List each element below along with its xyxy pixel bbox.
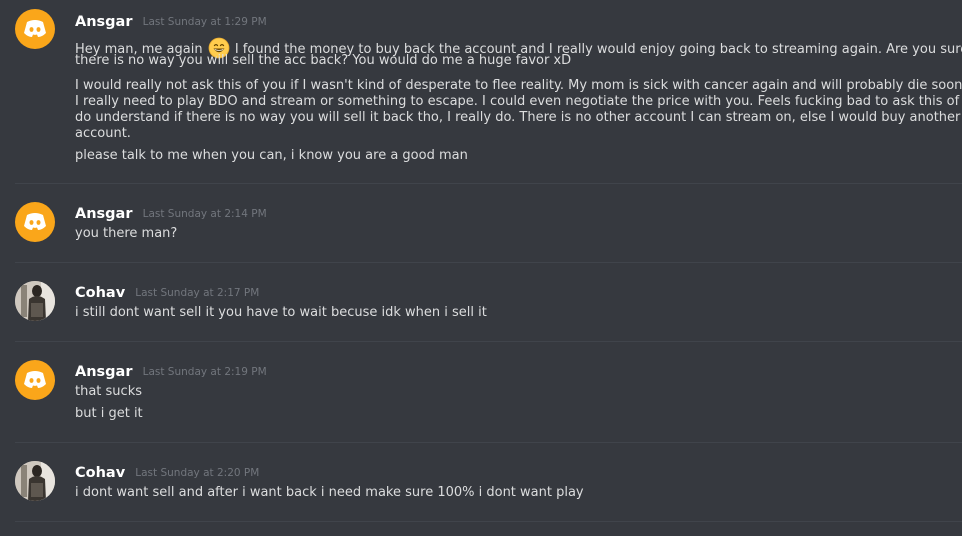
user-photo-icon <box>15 461 55 501</box>
message-line: there is no way you will sell the acc ba… <box>75 53 572 68</box>
discord-logo-icon <box>24 371 46 388</box>
message-line: please talk to me when you can, i know y… <box>75 148 468 163</box>
avatar[interactable] <box>15 360 55 400</box>
avatar[interactable] <box>15 9 55 49</box>
username[interactable]: Ansgar <box>75 206 133 222</box>
timestamp: Last Sunday at 2:14 PM <box>142 208 267 220</box>
timestamp: Last Sunday at 2:17 PM <box>135 287 260 299</box>
message-header: Cohav Last Sunday at 2:17 PM <box>75 282 259 301</box>
avatar[interactable] <box>15 281 55 321</box>
timestamp: Last Sunday at 2:19 PM <box>142 366 267 378</box>
message-line: i still dont want sell it you have to wa… <box>75 305 487 320</box>
timestamp: Last Sunday at 2:20 PM <box>135 467 260 479</box>
discord-logo-icon <box>24 213 46 230</box>
message-group: Cohav Last Sunday at 2:20 PM i dont want… <box>0 443 962 521</box>
message-line: I really need to play BDO and stream or … <box>75 94 962 109</box>
message-line: I would really not ask this of you if I … <box>75 78 962 93</box>
message-line: that sucks <box>75 384 142 399</box>
timestamp: Last Sunday at 1:29 PM <box>142 16 267 28</box>
message-group: Ansgar Last Sunday at 2:19 PM that sucks… <box>0 342 962 442</box>
user-photo-icon <box>15 281 55 321</box>
message-group: Ansgar Last Sunday at 1:29 PM Hey man, m… <box>0 0 962 183</box>
message-line: i dont want sell and after i want back i… <box>75 485 584 500</box>
message-header: Ansgar Last Sunday at 2:14 PM <box>75 203 267 222</box>
message-group: Cohav Last Sunday at 2:17 PM i still don… <box>0 263 962 341</box>
discord-logo-icon <box>24 20 46 37</box>
message-line: you there man? <box>75 226 178 241</box>
message-header: Ansgar Last Sunday at 2:19 PM <box>75 361 267 380</box>
username[interactable]: Cohav <box>75 285 125 301</box>
message-divider <box>15 521 962 522</box>
avatar[interactable] <box>15 461 55 501</box>
avatar[interactable] <box>15 202 55 242</box>
message-header: Ansgar Last Sunday at 1:29 PM <box>75 11 267 30</box>
message-line: but i get it <box>75 406 143 421</box>
message-group: Ansgar Last Sunday at 2:14 PM you there … <box>0 184 962 262</box>
username[interactable]: Cohav <box>75 465 125 481</box>
username[interactable]: Ansgar <box>75 364 133 380</box>
message-line: account. <box>75 126 131 141</box>
username[interactable]: Ansgar <box>75 14 133 30</box>
message-header: Cohav Last Sunday at 2:20 PM <box>75 462 259 481</box>
message-line: do understand if there is no way you wil… <box>75 110 961 125</box>
